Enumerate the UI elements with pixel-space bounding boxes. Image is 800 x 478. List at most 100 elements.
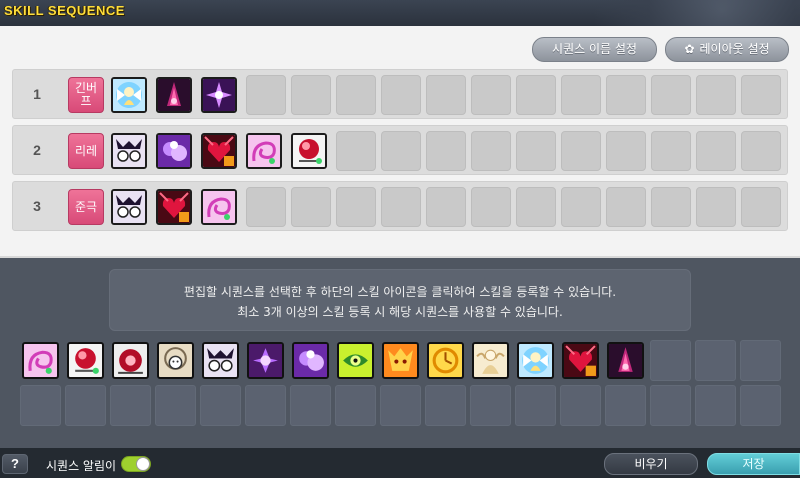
empty-skill-slot[interactable] [516, 131, 556, 171]
violet-cloud-icon[interactable] [292, 342, 329, 379]
empty-skill-slot[interactable] [471, 187, 511, 227]
heart-burst-icon[interactable] [562, 342, 599, 379]
angel-buff-art [519, 344, 552, 377]
empty-skill-slot[interactable] [471, 131, 511, 171]
angel-buff-icon[interactable] [517, 342, 554, 379]
violet-cloud-icon[interactable] [156, 133, 192, 169]
violet-star-art [203, 79, 235, 111]
rename-sequence-button[interactable]: 시퀀스 이름 설정 [532, 37, 657, 62]
save-button[interactable]: 저장 [707, 453, 800, 475]
red-orb-art [293, 135, 325, 167]
empty-skill-slot[interactable] [561, 75, 601, 115]
pink-spiral-icon[interactable] [201, 189, 237, 225]
sequence-row[interactable]: 3 준극 [12, 181, 788, 231]
empty-skill-slot[interactable] [651, 75, 691, 115]
empty-skill-slot[interactable] [651, 187, 691, 227]
red-orb-2-icon[interactable] [112, 342, 149, 379]
sequence-number: 3 [33, 198, 41, 214]
golden-clock-icon[interactable] [427, 342, 464, 379]
red-orb-2-art [114, 344, 147, 377]
empty-skill-slot[interactable] [606, 75, 646, 115]
empty-pool-slot [740, 385, 781, 426]
twin-ghost-icon[interactable] [111, 189, 147, 225]
red-orb-icon[interactable] [67, 342, 104, 379]
violet-star-icon[interactable] [201, 77, 237, 113]
violet-star-2-icon[interactable] [247, 342, 284, 379]
angel-buff-art [113, 79, 145, 111]
twin-ghost-icon[interactable] [202, 342, 239, 379]
twin-ghost-art [113, 135, 145, 167]
empty-skill-slot[interactable] [336, 187, 376, 227]
sequence-name-button[interactable]: 준극 [68, 189, 104, 225]
sequence-name-button[interactable]: 긴버프 [68, 77, 104, 113]
sequence-number: 2 [33, 142, 41, 158]
flame-spire-art [158, 79, 190, 111]
empty-skill-slot[interactable] [381, 131, 421, 171]
layout-settings-button[interactable]: ✿ 레이아웃 설정 [665, 37, 789, 62]
cream-angel-art [474, 344, 507, 377]
empty-skill-slot[interactable] [561, 187, 601, 227]
flame-spire-icon[interactable] [607, 342, 644, 379]
empty-pool-slot [110, 385, 151, 426]
flame-spire-art [609, 344, 642, 377]
pink-spiral-icon[interactable] [246, 133, 282, 169]
empty-skill-slot[interactable] [741, 75, 781, 115]
twin-ghost-icon[interactable] [111, 133, 147, 169]
empty-pool-slot [200, 385, 241, 426]
red-orb-icon[interactable] [291, 133, 327, 169]
twin-ghost-art [113, 191, 145, 223]
skill-pool-panel: 편집할 시퀀스를 선택한 후 하단의 스킬 아이콘을 클릭하여 스킬을 등록할 … [0, 258, 800, 448]
empty-pool-slot [650, 385, 691, 426]
cream-angel-icon[interactable] [472, 342, 509, 379]
sequence-row[interactable]: 1 긴버프 [12, 69, 788, 119]
help-notice: 편집할 시퀀스를 선택한 후 하단의 스킬 아이콘을 클릭하여 스킬을 등록할 … [109, 269, 691, 331]
green-eye-icon[interactable] [337, 342, 374, 379]
violet-star-2-art [249, 344, 282, 377]
footer-bar: ? 시퀀스 알림이 비우기 저장 [0, 448, 800, 478]
empty-skill-slot[interactable] [696, 187, 736, 227]
empty-skill-slot[interactable] [426, 187, 466, 227]
empty-skill-slot[interactable] [606, 187, 646, 227]
sand-ghost-art [159, 344, 192, 377]
empty-skill-slot[interactable] [246, 187, 286, 227]
empty-pool-slot [425, 385, 466, 426]
empty-skill-slot[interactable] [336, 131, 376, 171]
empty-skill-slot[interactable] [696, 131, 736, 171]
orange-beast-icon[interactable] [382, 342, 419, 379]
empty-skill-slot[interactable] [651, 131, 691, 171]
sequence-row[interactable]: 2 리레 [12, 125, 788, 175]
empty-skill-slot[interactable] [561, 131, 601, 171]
help-button[interactable]: ? [2, 454, 28, 474]
orange-beast-art [384, 344, 417, 377]
empty-skill-slot[interactable] [381, 187, 421, 227]
empty-skill-slot[interactable] [741, 187, 781, 227]
empty-skill-slot[interactable] [471, 75, 511, 115]
clear-button[interactable]: 비우기 [604, 453, 698, 475]
pink-spiral-art [248, 135, 280, 167]
green-eye-art [339, 344, 372, 377]
empty-pool-slot [290, 385, 331, 426]
pink-spiral-icon[interactable] [22, 342, 59, 379]
empty-skill-slot[interactable] [291, 187, 331, 227]
angel-buff-icon[interactable] [111, 77, 147, 113]
empty-skill-slot[interactable] [606, 131, 646, 171]
empty-skill-slot[interactable] [696, 75, 736, 115]
sequence-alarm-toggle[interactable] [121, 456, 151, 472]
heart-burst-icon[interactable] [201, 133, 237, 169]
empty-skill-slot[interactable] [381, 75, 421, 115]
empty-skill-slot[interactable] [426, 131, 466, 171]
empty-skill-slot[interactable] [741, 131, 781, 171]
heart-burst-icon[interactable] [156, 189, 192, 225]
heart-burst-art [203, 135, 235, 167]
golden-clock-art [429, 344, 462, 377]
notice-line-1: 편집할 시퀀스를 선택한 후 하단의 스킬 아이콘을 클릭하여 스킬을 등록할 … [183, 285, 617, 299]
empty-skill-slot[interactable] [516, 187, 556, 227]
flame-spire-icon[interactable] [156, 77, 192, 113]
empty-skill-slot[interactable] [336, 75, 376, 115]
empty-skill-slot[interactable] [516, 75, 556, 115]
empty-skill-slot[interactable] [291, 75, 331, 115]
empty-skill-slot[interactable] [426, 75, 466, 115]
empty-skill-slot[interactable] [246, 75, 286, 115]
sand-ghost-icon[interactable] [157, 342, 194, 379]
sequence-name-button[interactable]: 리레 [68, 133, 104, 169]
